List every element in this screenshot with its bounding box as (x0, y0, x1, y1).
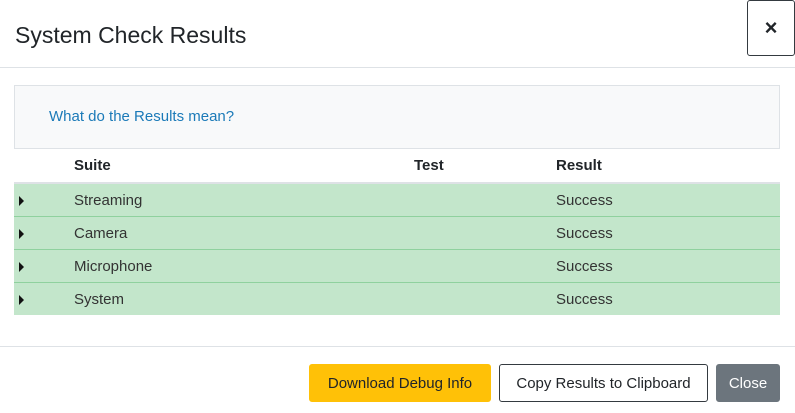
row-toggle[interactable] (14, 216, 74, 250)
test-cell (414, 182, 556, 217)
modal-header: System Check Results × (0, 0, 795, 68)
table-header-row: Suite Test Result (14, 149, 780, 184)
download-debug-button[interactable]: Download Debug Info (309, 364, 491, 402)
column-header-toggle (14, 149, 74, 184)
test-cell (414, 249, 556, 283)
suite-cell: Camera (74, 216, 414, 250)
suite-cell: System (74, 282, 414, 315)
results-info-box: What do the Results mean? (14, 85, 780, 149)
system-check-modal: System Check Results × What do the Resul… (0, 0, 795, 413)
caret-right-icon[interactable] (19, 228, 24, 239)
column-header-test: Test (414, 149, 556, 184)
close-icon: × (764, 15, 778, 40)
modal-footer: Download Debug Info Copy Results to Clip… (0, 346, 795, 413)
results-meaning-link[interactable]: What do the Results mean? (49, 108, 234, 125)
result-cell: Success (556, 282, 780, 315)
test-cell (414, 216, 556, 250)
result-cell: Success (556, 216, 780, 250)
column-header-suite: Suite (74, 149, 414, 184)
column-header-result: Result (556, 149, 780, 184)
row-toggle[interactable] (14, 249, 74, 283)
results-table: Suite Test Result Streaming Success Came… (14, 149, 780, 315)
modal-title: System Check Results (15, 22, 247, 48)
table-row[interactable]: Camera Success (14, 216, 780, 250)
table-row[interactable]: Microphone Success (14, 249, 780, 283)
close-button[interactable]: Close (716, 364, 780, 402)
test-cell (414, 282, 556, 315)
copy-results-button[interactable]: Copy Results to Clipboard (499, 364, 708, 402)
row-toggle[interactable] (14, 182, 74, 217)
close-icon-button[interactable]: × (747, 0, 795, 56)
result-cell: Success (556, 182, 780, 217)
suite-cell: Streaming (74, 182, 414, 217)
table-row[interactable]: System Success (14, 282, 780, 315)
caret-right-icon[interactable] (19, 195, 24, 206)
table-row[interactable]: Streaming Success (14, 182, 780, 217)
row-toggle[interactable] (14, 282, 74, 315)
caret-right-icon[interactable] (19, 261, 24, 272)
suite-cell: Microphone (74, 249, 414, 283)
caret-right-icon[interactable] (19, 294, 24, 305)
result-cell: Success (556, 249, 780, 283)
